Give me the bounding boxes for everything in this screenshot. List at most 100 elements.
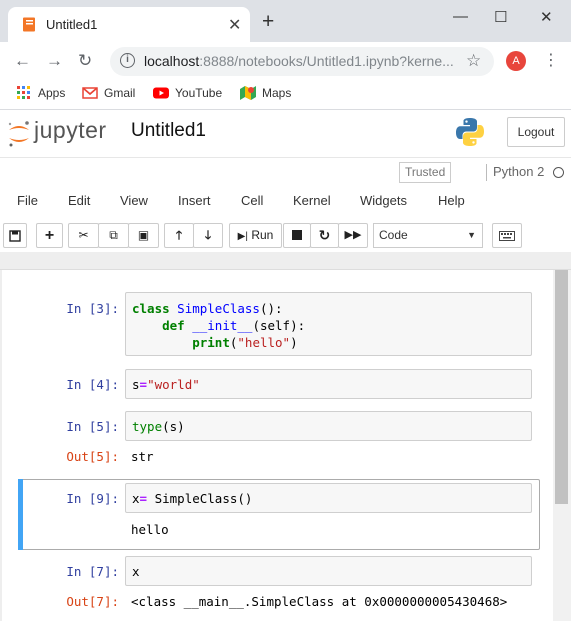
- menu-cell[interactable]: Cell: [241, 193, 263, 208]
- input-prompt: In [3]:: [66, 301, 119, 316]
- bookmark-star-icon[interactable]: ☆: [466, 51, 481, 71]
- reload-button[interactable]: ↻: [78, 51, 92, 71]
- new-tab-button[interactable]: +: [262, 11, 274, 32]
- kernel-idle-indicator-icon: [553, 167, 564, 178]
- run-button[interactable]: ▶| Run: [229, 223, 282, 248]
- bookmark-gmail[interactable]: Gmail: [82, 86, 135, 100]
- address-bar[interactable]: i localhost:8888/notebooks/Untitled1.ipy…: [110, 47, 494, 76]
- command-palette-button[interactable]: [492, 223, 522, 248]
- code-line: x= SimpleClass(): [132, 491, 253, 506]
- restart-run-all-button[interactable]: ▶▶: [338, 223, 368, 248]
- browser-tab[interactable]: Untitled1 ✕: [8, 7, 250, 42]
- move-up-button[interactable]: 🡑: [164, 223, 194, 248]
- code-line: x: [132, 564, 140, 579]
- notebook-name[interactable]: Untitled1: [131, 120, 206, 142]
- back-button[interactable]: ←: [14, 51, 31, 71]
- tab-close-icon[interactable]: ✕: [228, 15, 241, 35]
- close-window-button[interactable]: ✕: [540, 8, 553, 26]
- copy-icon: ⧉: [109, 228, 118, 242]
- restart-button[interactable]: ↻: [310, 223, 339, 248]
- save-button[interactable]: [3, 223, 27, 248]
- code-input-area[interactable]: x: [125, 556, 532, 586]
- notebook-menubar: File Edit View Insert Cell Kernel Widget…: [0, 186, 571, 218]
- function-name-token: __init__: [192, 318, 253, 333]
- keyboard-icon: [499, 231, 515, 241]
- insert-cell-button[interactable]: +: [36, 223, 63, 248]
- operator-token: =: [139, 377, 148, 392]
- menu-kernel[interactable]: Kernel: [293, 193, 331, 208]
- profile-avatar[interactable]: A: [506, 51, 526, 71]
- code-input-area[interactable]: x= SimpleClass(): [125, 483, 532, 513]
- paste-button[interactable]: ▣: [128, 223, 159, 248]
- keyword-token: class: [132, 301, 170, 316]
- keyword-token: def: [162, 318, 185, 333]
- site-info-icon[interactable]: i: [120, 53, 135, 68]
- bookmark-youtube[interactable]: YouTube: [153, 86, 222, 100]
- forward-button[interactable]: →: [46, 51, 63, 71]
- code-line: class SimpleClass():: [132, 301, 283, 316]
- string-token: "world": [147, 377, 200, 392]
- code-input-area[interactable]: class SimpleClass(): def __init__(self):…: [125, 292, 532, 356]
- header-divider: [0, 252, 571, 270]
- menu-help[interactable]: Help: [438, 193, 465, 208]
- operator-token: =: [139, 491, 148, 506]
- builtin-token: type: [132, 419, 163, 434]
- copy-button[interactable]: ⧉: [98, 223, 129, 248]
- kernel-divider: [486, 164, 487, 181]
- arrow-down-icon: 🡓: [204, 228, 212, 242]
- cut-button[interactable]: ✂: [68, 223, 99, 248]
- bookmark-apps[interactable]: Apps: [16, 86, 65, 100]
- trusted-badge[interactable]: Trusted: [399, 162, 452, 183]
- output-text: <class __main__.SimpleClass at 0x0000000…: [131, 594, 508, 609]
- code-input-area[interactable]: type(s): [125, 411, 532, 441]
- bookmark-label: YouTube: [175, 86, 223, 100]
- menu-insert[interactable]: Insert: [178, 193, 211, 208]
- menu-file[interactable]: File: [17, 193, 38, 208]
- browser-menu-icon[interactable]: ⋮: [543, 50, 559, 70]
- logout-button[interactable]: Logout: [507, 117, 565, 147]
- run-label: Run: [251, 228, 274, 242]
- restart-icon: ↻: [318, 227, 331, 243]
- gmail-icon: [82, 87, 98, 99]
- url-path: :8888/notebooks/Untitled1.ipynb?kerne...: [199, 53, 454, 69]
- output-text: hello: [131, 522, 169, 537]
- apps-grid-icon: [17, 86, 30, 99]
- plus-icon: +: [44, 227, 55, 244]
- python-logo-icon: [456, 118, 484, 146]
- string-token: "hello": [237, 335, 291, 350]
- menu-view[interactable]: View: [120, 193, 148, 208]
- code-line: def __init__(self):: [162, 318, 306, 333]
- save-icon: [9, 230, 21, 242]
- chevron-down-icon: ▼: [467, 230, 476, 240]
- move-down-button[interactable]: 🡓: [193, 223, 223, 248]
- scrollbar-thumb[interactable]: [555, 270, 568, 504]
- class-name-token: SimpleClass: [177, 301, 260, 316]
- cell-type-select[interactable]: Code ▼: [373, 223, 483, 248]
- bookmark-maps[interactable]: Maps: [240, 86, 291, 100]
- bookmarks-bar: Apps Gmail YouTube Maps: [0, 80, 571, 110]
- interrupt-button[interactable]: [283, 223, 311, 248]
- jupyter-logo-icon[interactable]: [6, 119, 32, 149]
- input-prompt: In [5]:: [66, 419, 119, 434]
- output-text: str: [131, 449, 154, 464]
- menu-edit[interactable]: Edit: [68, 193, 90, 208]
- url-text[interactable]: localhost:8888/notebooks/Untitled1.ipynb…: [144, 53, 454, 69]
- stop-icon: [292, 230, 302, 240]
- arrow-up-icon: 🡑: [175, 228, 183, 242]
- code-line: type(s): [132, 419, 185, 434]
- notebook-container: In [3]: class SimpleClass(): def __init_…: [0, 270, 553, 621]
- code-input-area[interactable]: s="world": [125, 369, 532, 399]
- paste-icon: ▣: [137, 228, 150, 242]
- kernel-name: Python 2: [493, 164, 545, 179]
- jupyter-wordmark: jupyter: [34, 117, 107, 143]
- menu-widgets[interactable]: Widgets: [360, 193, 407, 208]
- maximize-button[interactable]: ☐: [494, 8, 507, 26]
- notebook-scrollbar[interactable]: [553, 270, 571, 621]
- input-prompt: In [7]:: [66, 564, 119, 579]
- jupyter-header: jupyter Untitled1 Logout: [0, 111, 571, 158]
- minimize-button[interactable]: —: [453, 8, 468, 25]
- notebook-toolbar: + ✂ ⧉ ▣ 🡑 🡓 ▶| Run ↻ ▶▶ Code ▼: [0, 218, 571, 252]
- code-line: print("hello"): [192, 335, 298, 350]
- input-prompt: In [4]:: [66, 377, 119, 392]
- scissors-icon: ✂: [78, 228, 89, 242]
